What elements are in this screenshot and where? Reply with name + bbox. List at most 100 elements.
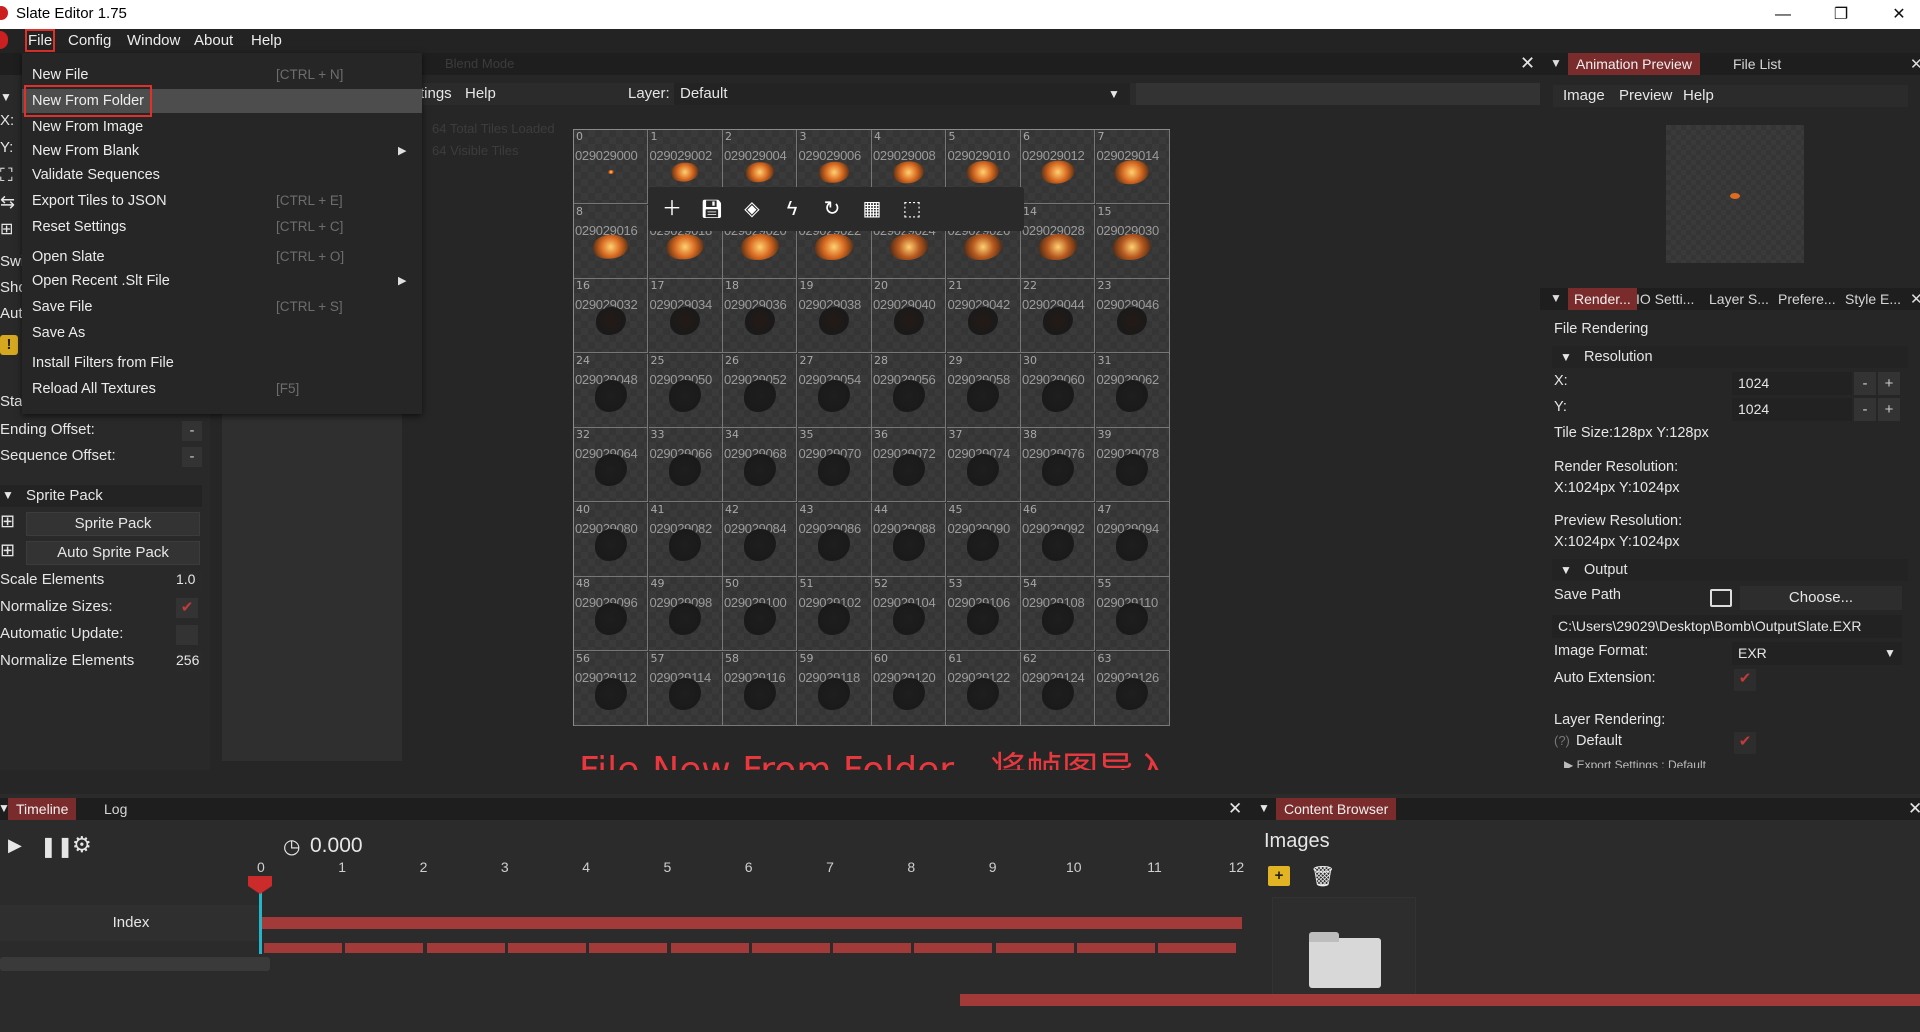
lightning-icon[interactable]: ϟ bbox=[778, 195, 806, 223]
tab-layer-settings[interactable]: Layer S... bbox=[1705, 288, 1773, 310]
tab-log[interactable]: Log bbox=[96, 798, 135, 820]
output-section[interactable]: ▼ Output bbox=[1552, 559, 1908, 581]
sprite-tile[interactable]: 52 029029104 bbox=[872, 577, 946, 651]
sprite-tile[interactable]: 0 029029000 bbox=[574, 130, 648, 204]
refresh-icon[interactable]: ↻ bbox=[818, 195, 846, 223]
sprite-tile[interactable]: 37 029029074 bbox=[946, 428, 1021, 502]
menu-window[interactable]: Window bbox=[127, 32, 180, 49]
sprite-tile[interactable]: 55 029029110 bbox=[1095, 577, 1170, 651]
sprite-tile[interactable]: 8 029029016 bbox=[574, 204, 648, 279]
tab-timeline[interactable]: Timeline bbox=[8, 798, 77, 820]
tab-render[interactable]: Render... bbox=[1568, 288, 1637, 310]
maximize-button[interactable]: ❐ bbox=[1818, 0, 1864, 29]
close-content-icon[interactable]: ✕ bbox=[1908, 799, 1920, 819]
sprite-tile[interactable]: 29 029029058 bbox=[946, 353, 1021, 428]
sprite-tile[interactable]: 60 029029120 bbox=[872, 651, 946, 726]
gear-icon[interactable]: ⚙ bbox=[72, 832, 92, 858]
sprite-tile[interactable]: 26 029029052 bbox=[723, 353, 797, 428]
timeline-frame-segment[interactable] bbox=[914, 943, 993, 953]
res-y-minus[interactable]: - bbox=[1854, 398, 1876, 421]
add-icon[interactable]: ＋ bbox=[658, 195, 686, 223]
sprite-tile[interactable]: 58 029029116 bbox=[723, 651, 797, 726]
sprite-tile[interactable]: 46 029029092 bbox=[1021, 502, 1095, 577]
layer-select[interactable]: Default ▼ bbox=[674, 83, 1130, 105]
sprite-tile[interactable]: 44 029029088 bbox=[872, 502, 946, 577]
pause-icon[interactable]: ❚❚ bbox=[40, 834, 74, 859]
auto-sprite-pack-button[interactable]: Auto Sprite Pack bbox=[26, 541, 200, 565]
bottom-scroll-indicator[interactable] bbox=[960, 994, 1920, 1006]
sprite-tile[interactable]: 41 029029082 bbox=[648, 502, 723, 577]
layer-help-icon[interactable]: (?) bbox=[1554, 733, 1570, 748]
res-x-input[interactable]: 1024 bbox=[1732, 372, 1852, 395]
sprite-tile[interactable]: 35 029029070 bbox=[797, 428, 872, 502]
tab-preferences[interactable]: Prefere... bbox=[1774, 288, 1840, 310]
file-menu-item[interactable]: Validate Sequences bbox=[22, 163, 422, 187]
file-menu-item[interactable]: New File [CTRL + N] bbox=[22, 63, 422, 87]
sprite-tile[interactable]: 21 029029042 bbox=[946, 279, 1021, 353]
timeline-frame-segment[interactable] bbox=[670, 943, 749, 953]
tab-io-settings[interactable]: IO Setti... bbox=[1632, 288, 1698, 310]
res-y-input[interactable]: 1024 bbox=[1732, 398, 1852, 421]
sprite-tile[interactable]: 45 029029090 bbox=[946, 502, 1021, 577]
timeline-frame-segment[interactable] bbox=[507, 943, 586, 953]
menu-about[interactable]: About bbox=[194, 32, 233, 49]
menu-config[interactable]: Config bbox=[68, 32, 111, 49]
sprite-tile[interactable]: 31 029029062 bbox=[1095, 353, 1170, 428]
close-viewport-icon[interactable]: ✕ bbox=[1520, 53, 1535, 74]
sprite-tile[interactable]: 22 029029044 bbox=[1021, 279, 1095, 353]
file-menu-item[interactable]: Save File [CTRL + S] bbox=[22, 295, 422, 319]
sprite-tile[interactable]: 40 029029080 bbox=[574, 502, 648, 577]
sprite-tile[interactable]: 62 029029124 bbox=[1021, 651, 1095, 726]
layer-default-checkbox[interactable]: ✔ bbox=[1734, 732, 1756, 754]
resolution-section[interactable]: ▼ Resolution bbox=[1552, 346, 1908, 368]
auto-extension-checkbox[interactable]: ✔ bbox=[1734, 669, 1756, 691]
splitter[interactable] bbox=[0, 770, 1920, 794]
sprite-tile[interactable]: 47 029029094 bbox=[1095, 502, 1170, 577]
close-settings-icon[interactable]: ✕ bbox=[1910, 290, 1920, 308]
tabbar-menu-icon[interactable]: ▼ bbox=[1550, 56, 1562, 70]
sprite-tile[interactable]: 28 029029056 bbox=[872, 353, 946, 428]
sprite-tile[interactable]: 25 029029050 bbox=[648, 353, 723, 428]
file-menu-item[interactable]: New From Blank ▶ bbox=[22, 139, 422, 163]
file-menu-item[interactable]: New From Folder bbox=[22, 85, 422, 117]
sequence-offset-minus[interactable]: - bbox=[182, 447, 202, 467]
file-menu-item[interactable]: New From Image bbox=[22, 115, 422, 139]
timeline-frame-segment[interactable] bbox=[426, 943, 505, 953]
timeline-frame-segment[interactable] bbox=[345, 943, 424, 953]
sprite-tile[interactable]: 33 029029066 bbox=[648, 428, 723, 502]
save-path-input[interactable]: C:\Users\29029\Desktop\Bomb\OutputSlate.… bbox=[1552, 615, 1902, 638]
sprite-pack-section[interactable]: ▼ Sprite Pack bbox=[0, 485, 202, 507]
sprite-tile[interactable]: 48 029029096 bbox=[574, 577, 648, 651]
sprite-tile[interactable]: 53 029029106 bbox=[946, 577, 1021, 651]
tab-animation-preview[interactable]: Animation Preview bbox=[1568, 53, 1700, 75]
viewport-menu-settings[interactable]: tings bbox=[420, 85, 452, 102]
timeline-frame-segment[interactable] bbox=[589, 943, 668, 953]
settings-tabbar-menu-icon[interactable]: ▼ bbox=[1550, 291, 1562, 305]
sprite-tile[interactable]: 36 029029072 bbox=[872, 428, 946, 502]
grid-icon[interactable]: ⊞ bbox=[0, 219, 13, 239]
sprite-tile[interactable]: 50 029029100 bbox=[723, 577, 797, 651]
tab-content-browser[interactable]: Content Browser bbox=[1276, 798, 1397, 820]
preview-menu-preview[interactable]: Preview bbox=[1619, 87, 1672, 104]
content-tabbar-menu-icon[interactable]: ▼ bbox=[1258, 801, 1270, 815]
tab-file-list[interactable]: File List bbox=[1725, 53, 1789, 75]
sprite-tile[interactable]: 57 029029114 bbox=[648, 651, 723, 726]
minimize-button[interactable]: — bbox=[1760, 0, 1806, 29]
image-icon[interactable] bbox=[1710, 589, 1732, 607]
sprite-tile[interactable]: 43 029029086 bbox=[797, 502, 872, 577]
sprite-tile[interactable]: 42 029029084 bbox=[723, 502, 797, 577]
sprite-tile[interactable]: 14 029029028 bbox=[1021, 204, 1095, 279]
close-preview-icon[interactable]: ✕ bbox=[1910, 55, 1920, 73]
res-x-minus[interactable]: - bbox=[1854, 372, 1876, 395]
sprite-tile[interactable]: 32 029029064 bbox=[574, 428, 648, 502]
file-menu-item[interactable]: Reload All Textures [F5] bbox=[22, 377, 422, 401]
sprite-tile[interactable]: 20 029029040 bbox=[872, 279, 946, 353]
sprite-tile[interactable]: 34 029029068 bbox=[723, 428, 797, 502]
sprite-tile[interactable]: 49 029029098 bbox=[648, 577, 723, 651]
sprite-tile[interactable]: 17 029029034 bbox=[648, 279, 723, 353]
timeline-frame-segment[interactable] bbox=[751, 943, 830, 953]
scale-elements-value[interactable]: 1.0 bbox=[176, 571, 202, 591]
sprite-tile[interactable]: 23 029029046 bbox=[1095, 279, 1170, 353]
menu-file[interactable]: File bbox=[24, 29, 56, 52]
ending-offset-minus[interactable]: - bbox=[182, 421, 202, 441]
